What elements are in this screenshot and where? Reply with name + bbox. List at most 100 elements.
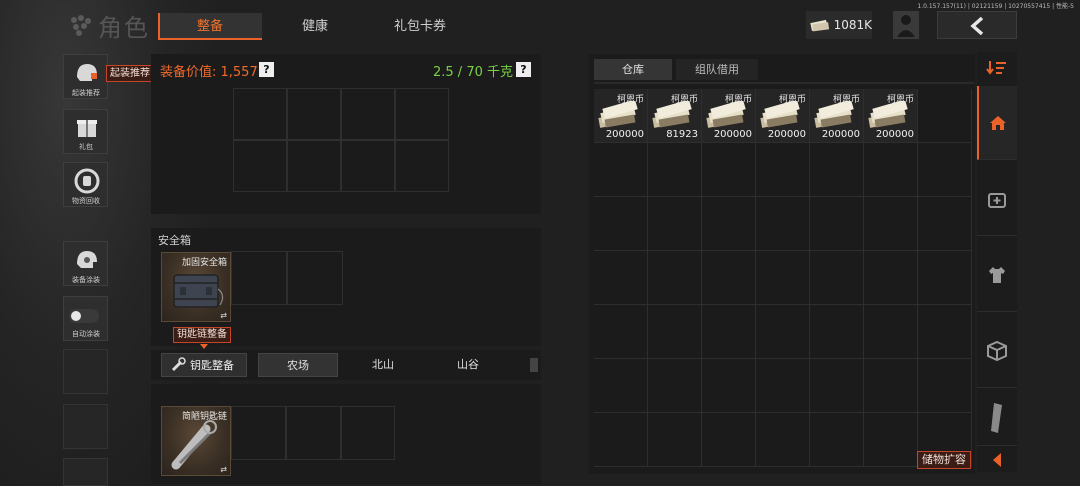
grid-cell[interactable]: [395, 88, 449, 140]
grid-cell[interactable]: [287, 251, 343, 305]
warehouse-cell[interactable]: [594, 197, 648, 251]
warehouse-cell[interactable]: [702, 143, 756, 197]
keychain-loadout-badge[interactable]: 钥匙链整备: [173, 327, 231, 343]
tab-location-valley[interactable]: 山谷: [428, 353, 508, 377]
loadout-recommend-badge[interactable]: 起装推荐: [106, 65, 154, 82]
warehouse-cell[interactable]: [648, 359, 702, 413]
category-ammo[interactable]: [977, 390, 1017, 446]
warehouse-item-kohn-coin[interactable]: 柯恩币 200000: [864, 89, 917, 142]
warehouse-cell[interactable]: [648, 251, 702, 305]
warehouse-cell[interactable]: [756, 197, 810, 251]
item-name: 柯恩币: [724, 95, 752, 105]
tab-location-north-mountain[interactable]: 北山: [343, 353, 423, 377]
tab-warehouse[interactable]: 仓库: [594, 59, 672, 80]
warehouse-cell[interactable]: [918, 89, 972, 143]
tab-gift-coupons[interactable]: 礼包卡券: [370, 13, 470, 40]
grid-cell[interactable]: [231, 251, 287, 305]
warehouse-cell[interactable]: [810, 251, 864, 305]
grid-cell[interactable]: [341, 140, 395, 192]
tab-health[interactable]: 健康: [265, 13, 365, 40]
grid-cell[interactable]: [341, 88, 395, 140]
warehouse-cell[interactable]: [864, 305, 918, 359]
warehouse-item-kohn-coin[interactable]: 柯恩币 200000: [810, 89, 863, 142]
warehouse-cell[interactable]: [702, 251, 756, 305]
avatar[interactable]: [893, 11, 919, 39]
shirt-icon: [989, 266, 1005, 283]
cash-stack-icon: [868, 101, 908, 128]
tab-location-farm[interactable]: 农场: [258, 353, 338, 377]
auto-paint-toggle[interactable]: [69, 309, 99, 323]
warehouse-cell[interactable]: [864, 359, 918, 413]
warehouse-item-kohn-coin[interactable]: 柯恩币 200000: [756, 89, 809, 142]
warehouse-cell[interactable]: [756, 413, 810, 467]
warehouse-cell[interactable]: [810, 305, 864, 359]
warehouse-cell[interactable]: [918, 251, 972, 305]
grid-cell[interactable]: [233, 140, 287, 192]
warehouse-cell[interactable]: [756, 143, 810, 197]
keychain-swap-icon[interactable]: ⇄: [220, 465, 227, 474]
home-icon: [990, 115, 1006, 130]
warehouse-item-kohn-coin[interactable]: 柯恩币 200000: [594, 89, 647, 142]
currency-display[interactable]: 1081K: [806, 11, 872, 39]
weight-help-button[interactable]: ?: [516, 62, 531, 77]
warehouse-cell[interactable]: [918, 305, 972, 359]
keychain-item[interactable]: 简陋钥匙链 ⇄: [161, 406, 231, 476]
category-all[interactable]: [977, 86, 1017, 160]
category-medical[interactable]: [977, 162, 1017, 236]
grid-cell[interactable]: [286, 406, 341, 460]
warehouse-cell[interactable]: [594, 251, 648, 305]
helmet-icon: [77, 64, 97, 81]
safebox-item[interactable]: 加固安全箱 ⇄: [161, 252, 231, 322]
warehouse-cell[interactable]: [756, 251, 810, 305]
warehouse-cell[interactable]: [594, 359, 648, 413]
warehouse-cell[interactable]: [918, 143, 972, 197]
grid-cell[interactable]: [395, 140, 449, 192]
safebox-swap-icon[interactable]: ⇄: [220, 311, 227, 320]
storage-expand-button[interactable]: 储物扩容: [917, 451, 971, 469]
warehouse-cell[interactable]: [864, 197, 918, 251]
safebox-case-icon: [173, 274, 224, 308]
warehouse-cell[interactable]: [864, 251, 918, 305]
warehouse-cell[interactable]: [648, 413, 702, 467]
key-loadout-button[interactable]: 钥匙整备: [161, 353, 247, 377]
grid-cell[interactable]: [287, 88, 341, 140]
category-clothing[interactable]: [977, 238, 1017, 312]
safebox-title: 安全箱: [158, 234, 191, 247]
warehouse-cell[interactable]: [702, 305, 756, 359]
warehouse-cell[interactable]: [918, 197, 972, 251]
tab-team-borrow[interactable]: 组队借用: [676, 59, 758, 80]
warehouse-item-kohn-coin[interactable]: 柯恩币 200000: [702, 89, 755, 142]
grid-cell[interactable]: [287, 140, 341, 192]
key-icon: [171, 357, 186, 372]
warehouse-cell[interactable]: [594, 143, 648, 197]
warehouse-cell[interactable]: [702, 413, 756, 467]
warehouse-cell[interactable]: [864, 413, 918, 467]
warehouse-cell[interactable]: [810, 413, 864, 467]
tab-loadout[interactable]: 整备: [158, 13, 262, 40]
grid-cell[interactable]: [233, 88, 287, 140]
category-supplies[interactable]: [977, 314, 1017, 388]
value-help-button[interactable]: ?: [259, 62, 274, 77]
warehouse-cell[interactable]: [864, 143, 918, 197]
warehouse-cell[interactable]: [702, 197, 756, 251]
warehouse-cell[interactable]: [594, 305, 648, 359]
warehouse-item-kohn-coin[interactable]: 柯恩币 81923: [648, 89, 701, 142]
grid-cell[interactable]: [231, 406, 286, 460]
warehouse-cell[interactable]: [648, 305, 702, 359]
back-button[interactable]: [937, 11, 1017, 39]
item-count: 200000: [713, 129, 752, 140]
warehouse-cell[interactable]: [756, 305, 810, 359]
warehouse-cell[interactable]: [702, 359, 756, 413]
warehouse-cell[interactable]: [648, 197, 702, 251]
warehouse-cell[interactable]: [810, 143, 864, 197]
warehouse-cell[interactable]: [810, 197, 864, 251]
warehouse-cell[interactable]: [594, 413, 648, 467]
warehouse-cell[interactable]: [648, 143, 702, 197]
warehouse-cell[interactable]: [918, 359, 972, 413]
item-name: 柯恩币: [670, 95, 698, 105]
sort-icon[interactable]: [986, 60, 1008, 76]
warehouse-cell[interactable]: [756, 359, 810, 413]
chevron-left-icon[interactable]: [990, 452, 1004, 468]
warehouse-cell[interactable]: [810, 359, 864, 413]
grid-cell[interactable]: [341, 406, 395, 460]
